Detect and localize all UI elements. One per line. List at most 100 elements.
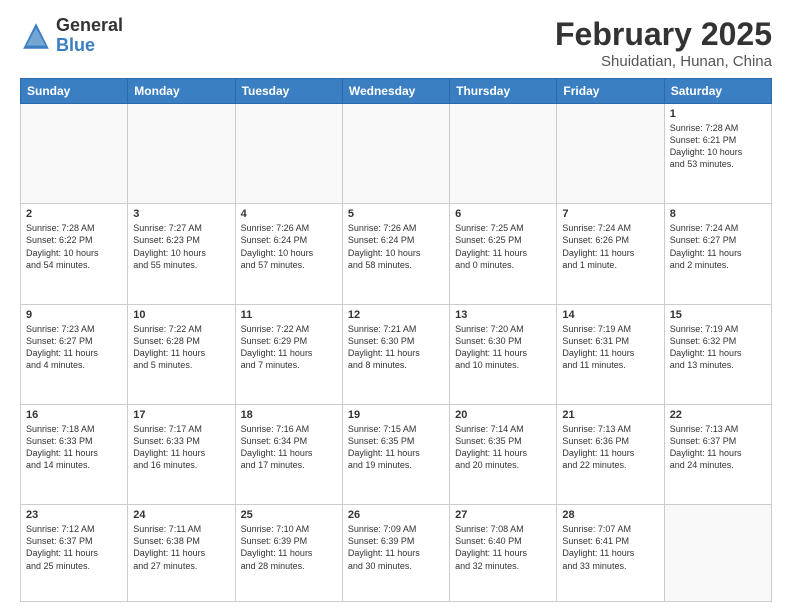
logo: General Blue — [20, 16, 123, 56]
calendar-header-sunday: Sunday — [21, 79, 128, 104]
day-number: 21 — [562, 409, 658, 421]
day-info: Sunrise: 7:28 AM Sunset: 6:21 PM Dayligh… — [670, 122, 766, 171]
calendar-cell — [664, 505, 771, 602]
calendar-week-4: 23Sunrise: 7:12 AM Sunset: 6:37 PM Dayli… — [21, 505, 772, 602]
day-info: Sunrise: 7:09 AM Sunset: 6:39 PM Dayligh… — [348, 523, 444, 572]
calendar-cell: 27 Sunrise: 7:08 AM Sunset: 6:40 PM Dayli… — [450, 505, 557, 602]
day-number: 17 — [133, 409, 229, 421]
calendar-cell: 20 Sunrise: 7:14 AM Sunset: 6:35 PM Dayli… — [450, 404, 557, 504]
day-info: Sunrise: 7:26 AM Sunset: 6:24 PM Dayligh… — [241, 222, 337, 271]
day-number: 11 — [241, 309, 337, 321]
calendar-cell: 21 Sunrise: 7:13 AM Sunset: 6:36 PM Dayli… — [557, 404, 664, 504]
day-number: 26 — [348, 509, 444, 521]
day-number: 8 — [670, 208, 766, 220]
calendar-cell: 16Sunrise: 7:18 AM Sunset: 6:33 PM Dayli… — [21, 404, 128, 504]
header: General Blue February 2025 Shuidatian, H… — [20, 16, 772, 70]
calendar-cell: 15Sunrise: 7:19 AM Sunset: 6:32 PM Dayli… — [664, 304, 771, 404]
day-number: 4 — [241, 208, 337, 220]
day-info: Sunrise: 7:16 AM Sunset: 6:34 PM Dayligh… — [241, 423, 337, 472]
calendar-cell: 8 Sunrise: 7:24 AM Sunset: 6:27 PM Daylig… — [664, 204, 771, 304]
calendar-cell — [342, 104, 449, 204]
day-number: 7 — [562, 208, 658, 220]
calendar-cell: 25Sunrise: 7:10 AM Sunset: 6:39 PM Dayli… — [235, 505, 342, 602]
day-info: Sunrise: 7:24 AM Sunset: 6:26 PM Dayligh… — [562, 222, 658, 271]
day-info: Sunrise: 7:28 AM Sunset: 6:22 PM Dayligh… — [26, 222, 122, 271]
calendar-cell: 17 Sunrise: 7:17 AM Sunset: 6:33 PM Dayli… — [128, 404, 235, 504]
day-number: 6 — [455, 208, 551, 220]
calendar-header-monday: Monday — [128, 79, 235, 104]
calendar: SundayMondayTuesdayWednesdayThursdayFrid… — [20, 78, 772, 602]
calendar-cell: 14 Sunrise: 7:19 AM Sunset: 6:31 PM Dayli… — [557, 304, 664, 404]
day-info: Sunrise: 7:08 AM Sunset: 6:40 PM Dayligh… — [455, 523, 551, 572]
day-number: 22 — [670, 409, 766, 421]
calendar-header-saturday: Saturday — [664, 79, 771, 104]
day-number: 18 — [241, 409, 337, 421]
day-number: 20 — [455, 409, 551, 421]
calendar-cell: 13 Sunrise: 7:20 AM Sunset: 6:30 PM Dayli… — [450, 304, 557, 404]
calendar-cell: 10 Sunrise: 7:22 AM Sunset: 6:28 PM Dayli… — [128, 304, 235, 404]
day-number: 27 — [455, 509, 551, 521]
calendar-cell: 9 Sunrise: 7:23 AM Sunset: 6:27 PM Daylig… — [21, 304, 128, 404]
day-info: Sunrise: 7:27 AM Sunset: 6:23 PM Dayligh… — [133, 222, 229, 271]
logo-text: General Blue — [56, 16, 123, 56]
day-info: Sunrise: 7:14 AM Sunset: 6:35 PM Dayligh… — [455, 423, 551, 472]
calendar-header-row: SundayMondayTuesdayWednesdayThursdayFrid… — [21, 79, 772, 104]
calendar-header-friday: Friday — [557, 79, 664, 104]
calendar-cell — [557, 104, 664, 204]
day-info: Sunrise: 7:17 AM Sunset: 6:33 PM Dayligh… — [133, 423, 229, 472]
day-info: Sunrise: 7:19 AM Sunset: 6:31 PM Dayligh… — [562, 323, 658, 372]
day-info: Sunrise: 7:23 AM Sunset: 6:27 PM Dayligh… — [26, 323, 122, 372]
calendar-cell: 23Sunrise: 7:12 AM Sunset: 6:37 PM Dayli… — [21, 505, 128, 602]
day-number: 2 — [26, 208, 122, 220]
calendar-header-tuesday: Tuesday — [235, 79, 342, 104]
day-info: Sunrise: 7:11 AM Sunset: 6:38 PM Dayligh… — [133, 523, 229, 572]
day-info: Sunrise: 7:22 AM Sunset: 6:28 PM Dayligh… — [133, 323, 229, 372]
day-number: 3 — [133, 208, 229, 220]
calendar-header-thursday: Thursday — [450, 79, 557, 104]
day-info: Sunrise: 7:26 AM Sunset: 6:24 PM Dayligh… — [348, 222, 444, 271]
calendar-week-0: 1Sunrise: 7:28 AM Sunset: 6:21 PM Daylig… — [21, 104, 772, 204]
calendar-cell — [450, 104, 557, 204]
calendar-cell: 22 Sunrise: 7:13 AM Sunset: 6:37 PM Dayli… — [664, 404, 771, 504]
calendar-cell — [128, 104, 235, 204]
day-info: Sunrise: 7:12 AM Sunset: 6:37 PM Dayligh… — [26, 523, 122, 572]
day-number: 28 — [562, 509, 658, 521]
calendar-cell: 11Sunrise: 7:22 AM Sunset: 6:29 PM Dayli… — [235, 304, 342, 404]
day-info: Sunrise: 7:20 AM Sunset: 6:30 PM Dayligh… — [455, 323, 551, 372]
day-info: Sunrise: 7:13 AM Sunset: 6:37 PM Dayligh… — [670, 423, 766, 472]
day-number: 14 — [562, 309, 658, 321]
day-info: Sunrise: 7:21 AM Sunset: 6:30 PM Dayligh… — [348, 323, 444, 372]
calendar-cell: 1Sunrise: 7:28 AM Sunset: 6:21 PM Daylig… — [664, 104, 771, 204]
day-number: 24 — [133, 509, 229, 521]
day-number: 16 — [26, 409, 122, 421]
day-info: Sunrise: 7:19 AM Sunset: 6:32 PM Dayligh… — [670, 323, 766, 372]
calendar-cell: 19 Sunrise: 7:15 AM Sunset: 6:35 PM Dayli… — [342, 404, 449, 504]
calendar-header-wednesday: Wednesday — [342, 79, 449, 104]
calendar-cell: 12 Sunrise: 7:21 AM Sunset: 6:30 PM Dayli… — [342, 304, 449, 404]
day-number: 13 — [455, 309, 551, 321]
page: General Blue February 2025 Shuidatian, H… — [0, 0, 792, 612]
location: Shuidatian, Hunan, China — [555, 53, 772, 70]
calendar-cell: 24 Sunrise: 7:11 AM Sunset: 6:38 PM Dayli… — [128, 505, 235, 602]
day-number: 19 — [348, 409, 444, 421]
day-number: 12 — [348, 309, 444, 321]
day-info: Sunrise: 7:13 AM Sunset: 6:36 PM Dayligh… — [562, 423, 658, 472]
calendar-cell: 4 Sunrise: 7:26 AM Sunset: 6:24 PM Daylig… — [235, 204, 342, 304]
day-info: Sunrise: 7:24 AM Sunset: 6:27 PM Dayligh… — [670, 222, 766, 271]
calendar-cell: 3 Sunrise: 7:27 AM Sunset: 6:23 PM Daylig… — [128, 204, 235, 304]
logo-icon — [20, 20, 52, 52]
calendar-week-1: 2 Sunrise: 7:28 AM Sunset: 6:22 PM Daylig… — [21, 204, 772, 304]
logo-general: General — [56, 16, 123, 36]
calendar-cell: 28Sunrise: 7:07 AM Sunset: 6:41 PM Dayli… — [557, 505, 664, 602]
calendar-cell — [21, 104, 128, 204]
day-info: Sunrise: 7:15 AM Sunset: 6:35 PM Dayligh… — [348, 423, 444, 472]
day-number: 25 — [241, 509, 337, 521]
day-number: 5 — [348, 208, 444, 220]
day-number: 10 — [133, 309, 229, 321]
calendar-week-3: 16Sunrise: 7:18 AM Sunset: 6:33 PM Dayli… — [21, 404, 772, 504]
day-number: 9 — [26, 309, 122, 321]
calendar-cell: 6Sunrise: 7:25 AM Sunset: 6:25 PM Daylig… — [450, 204, 557, 304]
logo-blue: Blue — [56, 36, 123, 56]
calendar-cell: 2 Sunrise: 7:28 AM Sunset: 6:22 PM Daylig… — [21, 204, 128, 304]
calendar-week-2: 9 Sunrise: 7:23 AM Sunset: 6:27 PM Daylig… — [21, 304, 772, 404]
